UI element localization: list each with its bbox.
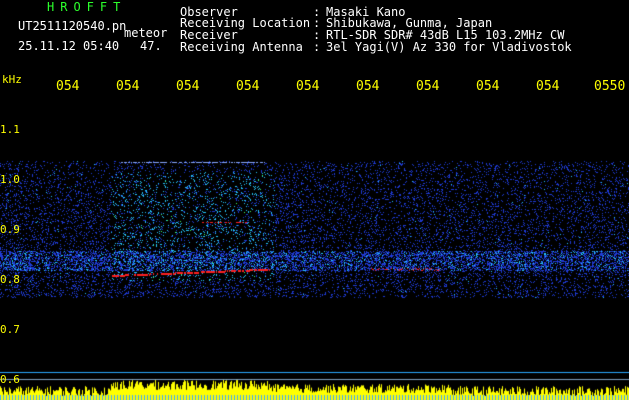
time-label: 054 <box>356 79 380 94</box>
time-label: 054 <box>116 79 140 94</box>
meteor-label: meteor <box>124 26 168 40</box>
time-label: 054 <box>296 79 320 94</box>
station-title: HROFFT <box>47 0 127 14</box>
count-label: 47. <box>140 39 162 53</box>
time-label: 054 <box>416 79 440 94</box>
time-label: 054 <box>176 79 200 94</box>
time-label: 0550 <box>594 79 626 94</box>
time-label: 054 <box>56 79 80 94</box>
freq-tick-label: 1.0 <box>0 173 20 186</box>
time-label: 054 <box>236 79 260 94</box>
antenna-label: Receiving Antenna <box>180 40 303 54</box>
separator: : <box>313 40 321 54</box>
time-label: 054 <box>476 79 500 94</box>
freq-tick-label: 0.7 <box>0 323 20 336</box>
datetime-label: 25.11.12 05:40 <box>18 39 120 53</box>
antenna-value: 3el Yagi(V) Az 330 for Vladivostok <box>326 40 572 54</box>
time-label: 054 <box>536 79 560 94</box>
spectrogram-canvas <box>0 66 629 400</box>
freq-tick-label: 0.9 <box>0 223 20 236</box>
freq-tick-label: 0.8 <box>0 273 20 286</box>
freq-unit-label: kHz <box>2 73 22 86</box>
freq-tick-label: 0.6 <box>0 373 20 386</box>
filename-label: UT2511120540.pn <box>18 19 127 33</box>
header-panel: HROFFT UT2511120540.pn meteor 25.11.12 0… <box>0 0 629 66</box>
freq-tick-label: 1.1 <box>0 123 20 136</box>
